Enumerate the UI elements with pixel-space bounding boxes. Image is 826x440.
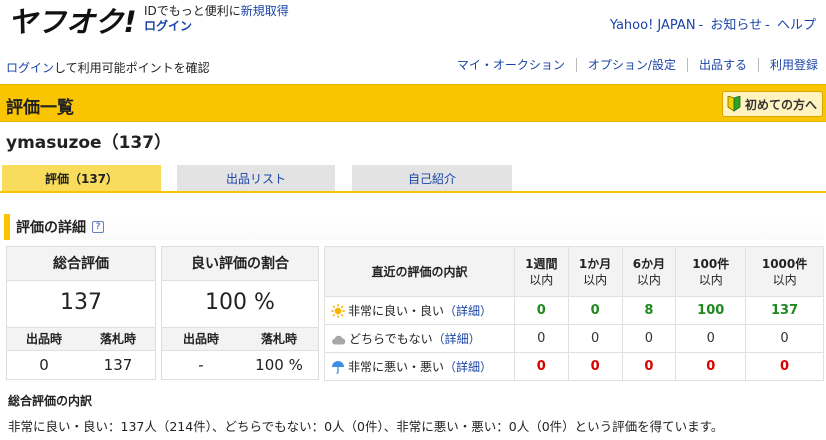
id-promo: IDでもっと便利に新規取得 ログイン [144,4,289,34]
good-ratio-box: 良い評価の割合 100 % 出品時 落札時 - 100 % [161,246,319,380]
summary-title: 総合評価の内訳 [8,394,93,408]
ratio-sub-seller: 出品時 [182,332,219,346]
total-rating-box: 総合評価 137 出品時 落札時 0 137 [6,246,156,380]
nav-options[interactable]: オプション/設定 [575,58,687,72]
row-good-label: 非常に良い・良い [348,304,445,318]
total-sub-buyer: 落札時 [99,332,136,346]
period-1month: 1か月 以内 [567,246,623,297]
neutral-6months: 0 [621,324,677,353]
total-sub-seller: 出品時 [25,332,62,346]
row-neutral-detail-link[interactable]: （詳細） [433,332,481,346]
signup-link[interactable]: 新規取得 [241,4,289,18]
help-icon[interactable]: ? [92,221,104,233]
neutral-1month: 0 [567,324,623,353]
good-ratio-values: - 100 % [162,351,318,380]
total-rating-subheader: 出品時 落札時 [7,327,155,351]
breakdown-header-row: 直近の評価の内訳 1週間 以内 1か月 以内 6か月 以内 100件 以内 1000件以… [324,246,824,297]
neutral-1week: 0 [513,324,569,353]
row-good-detail-link[interactable]: （詳細） [444,304,492,318]
period-1000items: 1000件 以内 [745,246,824,297]
beginner-guide-label: 初めての方へ [744,97,817,112]
tabs: 評価（137） 出品リスト 自己紹介 [0,165,826,193]
row-good-label-cell: 非常に良い・良い（詳細） [324,296,515,325]
good-ratio-subheader: 出品時 落札時 [162,327,318,351]
beginner-mark-icon [727,96,741,112]
ratio-val-buyer: 100 % [255,356,303,374]
login-link[interactable]: ログイン [144,19,192,33]
yahuoku-logo[interactable]: ヤフオク! [6,2,138,40]
period-6months: 6か月 以内 [621,246,677,297]
bad-1month: 0 [567,352,623,381]
good-1week: 0 [513,296,569,325]
bad-1000items: 0 [745,352,824,381]
section-title: 評価の詳細 [16,220,86,236]
good-100items: 100 [675,296,747,325]
total-val-seller: 0 [39,356,49,374]
page-title: 評価一覧 [6,98,74,118]
row-neutral-label: どちらでもない [349,332,433,346]
tab-profile[interactable]: 自己紹介 [352,165,512,193]
beginner-guide-button[interactable]: 初めての方へ [721,91,823,117]
notice-link[interactable]: お知らせ [710,18,762,33]
table-row-bad: 非常に悪い・悪い（詳細） 0 0 0 0 0 [324,352,824,381]
good-1000items: 137 [745,296,824,325]
id-promo-text: IDでもっと便利に [144,4,241,18]
row-bad-label-cell: 非常に悪い・悪い（詳細） [324,352,515,381]
good-6months: 8 [621,296,677,325]
total-val-buyer: 137 [103,356,133,374]
ratio-val-seller: - [198,356,204,374]
tab-listing[interactable]: 出品リスト [177,165,335,193]
tab-underline [0,191,826,193]
ratio-sub-buyer: 落札時 [260,332,297,346]
user-name: ymasuzoe（137） [6,133,172,153]
login-points-link[interactable]: ログイン [6,61,54,75]
sun-icon [331,304,345,318]
bad-1week: 0 [513,352,569,381]
row-bad-label: 非常に悪い・悪い [348,360,445,374]
bad-6months: 0 [621,352,677,381]
good-1month: 0 [567,296,623,325]
neutral-100items: 0 [675,324,747,353]
top-links: Yahoo! JAPAN - お知らせ - ヘルプ [609,18,816,33]
summary-text: 非常に良い・良い：137人（214件）、どちらでもない：0人（0件）、非常に悪い… [8,419,724,434]
nav-my-auction[interactable]: マイ・オークション [446,58,576,72]
nav-register[interactable]: 利用登録 [757,58,818,72]
total-rating-title: 総合評価 [7,247,155,281]
table-row-good: 非常に良い・良い（詳細） 0 0 8 100 137 [324,296,824,325]
period-100items: 100件 以内 [675,246,747,297]
good-ratio-value: 100 % [205,290,275,315]
logo-graphic: ヤフオク! [8,5,137,39]
row-bad-detail-link[interactable]: （詳細） [444,360,492,374]
total-rating-values: 0 137 [7,351,155,380]
neutral-1000items: 0 [745,324,824,353]
login-points-line: ログインして利用可能ポイントを確認 [6,59,210,76]
yahoo-japan-link[interactable]: Yahoo! JAPAN [610,18,696,33]
table-row-neutral: どちらでもない（詳細） 0 0 0 0 0 [324,324,824,353]
section-heading: 評価の詳細 ? [4,214,824,240]
nav-sell[interactable]: 出品する [686,58,758,72]
bad-100items: 0 [675,352,747,381]
logo-text: ヤフオク! [8,5,137,39]
total-rating-value: 137 [60,290,102,315]
umbrella-icon [332,361,344,374]
cloud-icon [332,335,346,345]
recent-breakdown-table: 直近の評価の内訳 1週間 以内 1か月 以内 6か月 以内 100件 以内 1000件以… [324,246,824,381]
main-nav: マイ・オークション オプション/設定 出品する 利用登録 [446,58,818,72]
help-link[interactable]: ヘルプ [777,18,816,33]
tab-rating[interactable]: 評価（137） [2,165,161,193]
period-1week: 1週間 以内 [513,246,569,297]
breakdown-header-label: 直近の評価の内訳 [324,246,515,297]
good-ratio-title: 良い評価の割合 [162,247,318,281]
title-bar: 評価一覧 初めての方へ [0,84,826,122]
row-neutral-label-cell: どちらでもない（詳細） [324,324,515,353]
login-points-suffix: して利用可能ポイントを確認 [54,61,210,75]
